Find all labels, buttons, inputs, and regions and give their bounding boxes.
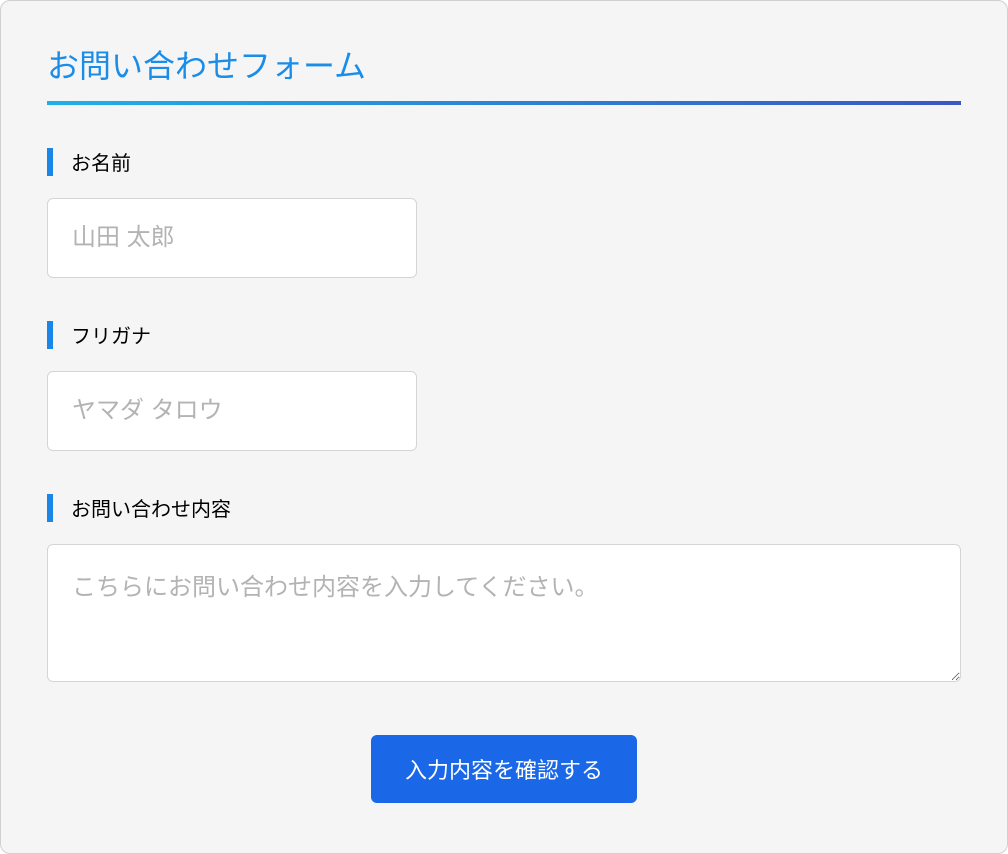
label-bar-icon <box>47 494 53 522</box>
label-bar-icon <box>47 148 53 176</box>
message-label-text: お問い合わせ内容 <box>71 493 231 522</box>
message-textarea[interactable] <box>47 544 961 682</box>
furigana-input[interactable] <box>47 371 417 451</box>
name-label: お名前 <box>47 147 961 176</box>
message-field-group: お問い合わせ内容 <box>47 493 961 687</box>
furigana-label-text: フリガナ <box>71 320 151 349</box>
form-title: お問い合わせフォーム <box>47 41 961 105</box>
submit-button[interactable]: 入力内容を確認する <box>371 735 637 803</box>
contact-form-container: お問い合わせフォーム お名前 フリガナ お問い合わせ内容 入力内容を確認する <box>0 0 1008 854</box>
submit-row: 入力内容を確認する <box>47 735 961 803</box>
furigana-field-group: フリガナ <box>47 320 961 451</box>
name-label-text: お名前 <box>71 147 131 176</box>
name-input[interactable] <box>47 198 417 278</box>
message-label: お問い合わせ内容 <box>47 493 961 522</box>
furigana-label: フリガナ <box>47 320 961 349</box>
label-bar-icon <box>47 321 53 349</box>
name-field-group: お名前 <box>47 147 961 278</box>
